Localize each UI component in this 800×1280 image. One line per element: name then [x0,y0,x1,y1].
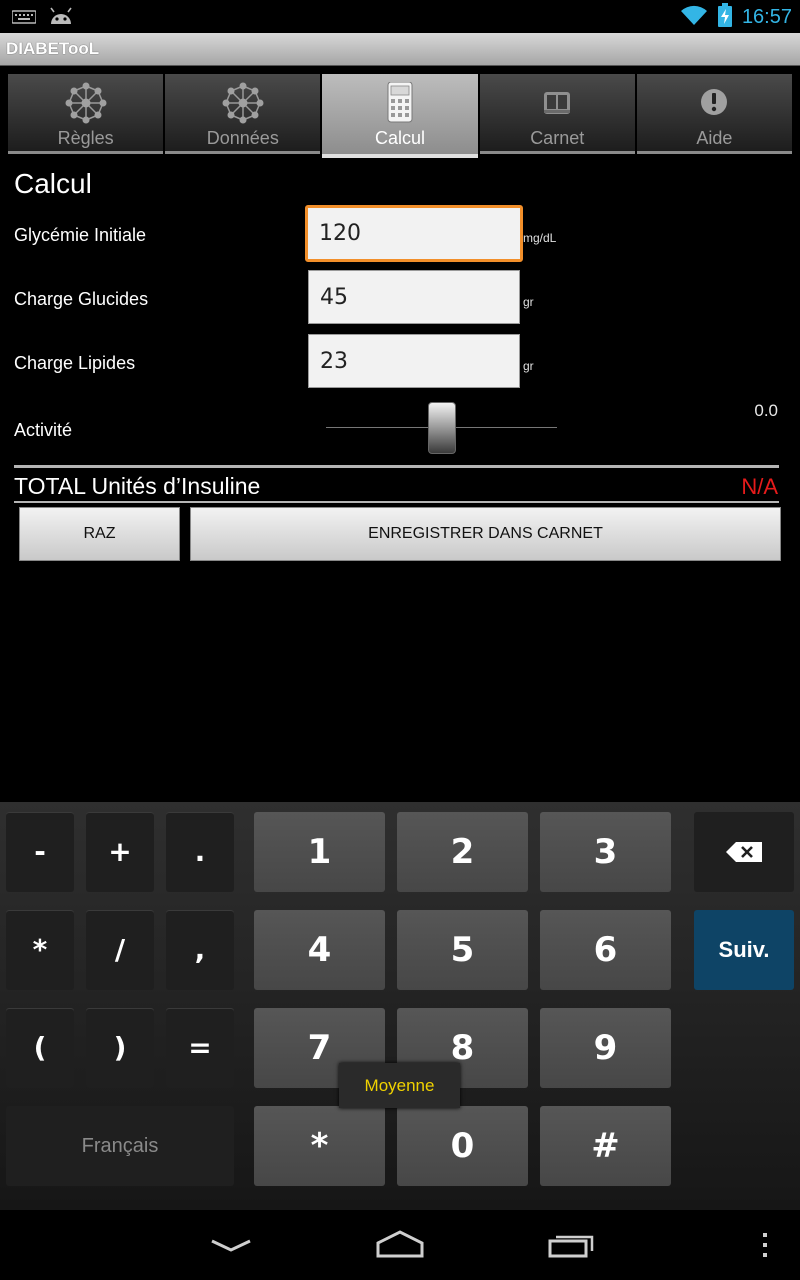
lipides-unit: gr [523,359,534,373]
key-2[interactable]: 2 [397,812,528,892]
key-3[interactable]: 3 [540,812,671,892]
key-period[interactable]: . [166,812,234,892]
tab-label: Règles [57,128,114,148]
activity-slider-thumb[interactable] [427,402,456,454]
wifi-icon [680,4,708,30]
tab-calcul[interactable]: Calcul [322,74,478,158]
tab-donnees[interactable]: Données [165,74,321,154]
numeric-keyboard: - + . * / , ( ) = Français 1 2 3 4 5 6 7… [0,802,800,1210]
key-5[interactable]: 5 [397,910,528,990]
alert-icon [692,82,736,124]
total-value: N/A [741,474,778,499]
language-key[interactable]: Français [6,1106,234,1186]
key-0[interactable]: 0 [397,1106,528,1186]
overflow-menu-icon[interactable] [760,1232,770,1262]
android-debug-icon [48,6,74,30]
divider [14,465,779,468]
key-slash[interactable]: / [86,910,154,990]
backspace-icon [726,842,762,866]
book-icon [535,82,579,124]
key-equals[interactable]: = [166,1008,234,1088]
key-open-paren[interactable]: ( [6,1008,74,1088]
home-icon[interactable] [375,1230,425,1262]
keyboard-notification-icon [11,9,37,28]
title-bar: DIABETooL [0,33,800,66]
activity-label: Activité [14,420,73,440]
divider [14,501,779,503]
save-to-carnet-button[interactable]: ENREGISTRER DANS CARNET [190,507,781,561]
battery-charging-icon [717,3,732,31]
activity-value: 0.0 [754,401,778,420]
key-hash[interactable]: # [540,1106,671,1186]
molecule-icon [221,82,265,124]
glycemie-input[interactable] [305,205,523,262]
tab-label: Carnet [530,128,585,148]
tab-label: Aide [696,128,733,148]
key-close-paren[interactable]: ) [86,1008,154,1088]
key-star[interactable]: * [254,1106,385,1186]
clock: 16:57 [741,5,792,28]
status-bar: 16:57 [0,0,800,33]
key-minus[interactable]: - [6,812,74,892]
section-title: Calcul [14,168,92,199]
key-plus[interactable]: + [86,812,154,892]
reset-button[interactable]: RAZ [19,507,180,561]
tab-bar: Règles Données Calcul Carnet Aide [8,74,793,158]
glycemie-label: Glycémie Initiale [14,225,147,245]
tab-regles[interactable]: Règles [8,74,164,154]
tab-carnet[interactable]: Carnet [479,74,635,154]
key-4[interactable]: 4 [254,910,385,990]
tab-aide[interactable]: Aide [636,74,793,154]
tab-label: Données [206,128,279,148]
next-key[interactable]: Suiv. [694,910,794,990]
key-6[interactable]: 6 [540,910,671,990]
glucides-label: Charge Glucides [14,289,149,309]
app-title: DIABETooL [6,39,100,58]
calculator-icon [378,81,422,124]
key-9[interactable]: 9 [540,1008,671,1088]
molecule-icon [64,82,108,124]
navigation-bar [0,1210,800,1280]
tab-label: Calcul [374,128,426,148]
hide-keyboard-icon[interactable] [210,1238,252,1257]
glycemie-unit: mg/dL [523,231,557,245]
key-asterisk[interactable]: * [6,910,74,990]
lipides-input[interactable] [308,334,520,388]
total-label: TOTAL Unités d’Insuline [14,473,261,499]
key-popup-tooltip: Moyenne [339,1063,460,1108]
recent-apps-icon[interactable] [548,1232,596,1262]
glucides-unit: gr [523,295,534,309]
backspace-key[interactable] [694,812,794,892]
key-comma[interactable]: , [166,910,234,990]
glucides-input[interactable] [308,270,520,324]
key-1[interactable]: 1 [254,812,385,892]
lipides-label: Charge Lipides [14,353,136,373]
